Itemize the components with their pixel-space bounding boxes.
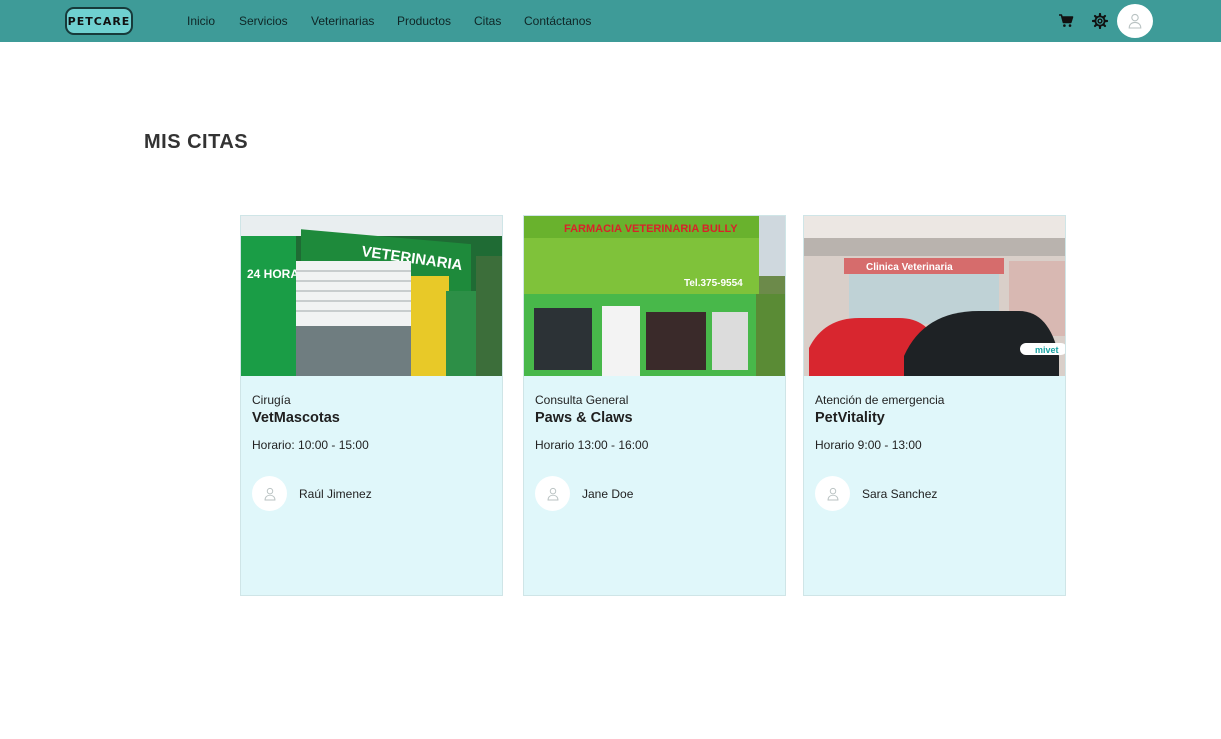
nav-link-veterinarias[interactable]: Veterinarias xyxy=(311,14,374,28)
appointment-card-petvitality[interactable]: Clinica Veterinaria mivet Atención de em… xyxy=(803,215,1066,596)
nav-link-citas[interactable]: Citas xyxy=(474,14,501,28)
clinic-name[interactable]: VetMascotas xyxy=(252,410,340,426)
clinic-sign-text: FARMACIA VETERINARIA BULLY xyxy=(564,223,738,235)
clinic-badge-text: mivet xyxy=(1035,345,1059,355)
appointment-hours: Horario 13:00 - 16:00 xyxy=(535,438,649,452)
clinic-name[interactable]: Paws & Claws xyxy=(535,410,633,426)
appointment-type: Atención de emergencia xyxy=(815,393,945,407)
nav-link-contactanos[interactable]: Contáctanos xyxy=(524,14,591,28)
vet-avatar-icon xyxy=(252,476,287,511)
user-avatar-icon[interactable] xyxy=(1117,4,1153,38)
top-navbar: PETCARE Inicio Servicios Veterinarias Pr… xyxy=(0,0,1221,42)
petcare-logo[interactable]: PETCARE xyxy=(65,7,133,35)
clinic-photo: VETERINARIA 24 HORAS xyxy=(241,216,502,376)
appointment-card-paws-claws[interactable]: FARMACIA VETERINARIA BULLY Tel.375-9554 … xyxy=(523,215,786,596)
appointment-hours: Horario 9:00 - 13:00 xyxy=(815,438,922,452)
nav-link-productos[interactable]: Productos xyxy=(397,14,451,28)
nav-link-inicio[interactable]: Inicio xyxy=(187,14,215,28)
appointment-hours: Horario: 10:00 - 15:00 xyxy=(252,438,369,452)
clinic-badge-text: Tel.375-9554 xyxy=(684,278,743,289)
vet-name: Raúl Jimenez xyxy=(299,487,372,501)
clinic-photo: FARMACIA VETERINARIA BULLY Tel.375-9554 xyxy=(524,216,785,376)
clinic-name[interactable]: PetVitality xyxy=(815,410,885,426)
settings-icon[interactable] xyxy=(1091,12,1109,30)
cart-icon[interactable] xyxy=(1057,12,1075,30)
page-title: MIS CITAS xyxy=(144,131,249,153)
vet-name: Jane Doe xyxy=(582,487,634,501)
vet-avatar-icon xyxy=(815,476,850,511)
clinic-photo: Clinica Veterinaria mivet xyxy=(804,216,1065,376)
appointment-card-vetmascotas[interactable]: VETERINARIA 24 HORAS Cirugía VetMascotas… xyxy=(240,215,503,596)
appointment-type: Consulta General xyxy=(535,393,629,407)
appointment-type: Cirugía xyxy=(252,393,291,407)
clinic-sign-text: Clinica Veterinaria xyxy=(866,262,953,273)
vet-avatar-icon xyxy=(535,476,570,511)
vet-name: Sara Sanchez xyxy=(862,487,938,501)
nav-link-servicios[interactable]: Servicios xyxy=(239,14,288,28)
